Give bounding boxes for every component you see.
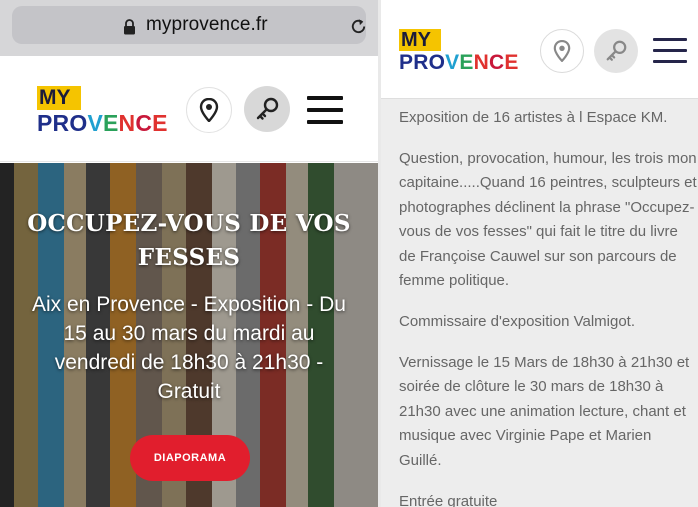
location-button[interactable]	[186, 87, 232, 133]
article-paragraph: Question, provocation, humour, les trois…	[399, 150, 697, 290]
logo-my: MY	[399, 29, 441, 51]
menu-bar	[653, 60, 687, 63]
menu-bar	[653, 38, 687, 41]
logo-letter: R	[52, 110, 70, 136]
myprovence-logo[interactable]: MY PROVENCE	[37, 86, 168, 136]
login-button[interactable]	[244, 86, 290, 132]
key-icon	[606, 40, 627, 61]
myprovence-logo[interactable]: MY PROVENCE	[399, 29, 519, 75]
site-header: MY PROVENCE	[381, 0, 698, 99]
key-icon	[256, 97, 279, 120]
logo-letter: O	[428, 51, 446, 74]
logo-letter: E	[504, 51, 519, 74]
site-header: MY PROVENCE	[0, 56, 378, 162]
logo-letter: N	[473, 51, 489, 74]
logo-letter: E	[152, 110, 168, 136]
mobile-article-view: MY PROVENCE Exposition de 16 artistes à …	[381, 0, 698, 507]
article-paragraph: Entrée gratuite	[399, 492, 498, 507]
logo-letter: R	[413, 51, 429, 74]
menu-icon[interactable]	[653, 38, 687, 63]
logo-letter: E	[459, 51, 474, 74]
logo-letter: O	[69, 110, 88, 136]
menu-bar	[307, 108, 343, 112]
menu-icon[interactable]	[307, 96, 343, 124]
location-button[interactable]	[540, 29, 584, 73]
logo-letter: C	[488, 51, 505, 74]
logo-letter: P	[399, 51, 414, 74]
logo-letter: C	[135, 110, 153, 136]
address-bar-url: myprovence.fr	[146, 14, 268, 35]
browser-chrome: myprovence.fr	[0, 0, 378, 56]
event-subtitle: Aix en Provence - Exposition - Du 15 au …	[32, 293, 346, 403]
article-paragraph: Commissaire d'exposition Valmigot.	[399, 313, 636, 331]
mobile-home-view: myprovence.fr MY PROVENCE OCCUPEZ-VOUS D…	[0, 0, 378, 507]
article-paragraph: Vernissage le 15 Mars de 18h30 à 21h30 e…	[399, 354, 690, 469]
login-button[interactable]	[594, 29, 638, 73]
location-pin-icon	[553, 40, 571, 62]
article-paragraph: Exposition de 16 artistes à l Espace KM.	[399, 109, 668, 126]
menu-bar	[307, 96, 343, 100]
diaporama-button[interactable]: DIAPORAMA	[130, 435, 250, 481]
reload-icon[interactable]	[349, 17, 368, 36]
logo-letter: P	[37, 110, 53, 136]
logo-letter: V	[87, 110, 103, 136]
logo-letter: N	[118, 110, 136, 136]
logo-letter: E	[103, 110, 119, 136]
menu-bar	[653, 49, 687, 52]
logo-provence: PROVENCE	[37, 111, 168, 135]
article-body: Exposition de 16 artistes à l Espace KM.…	[399, 106, 697, 507]
logo-letter: V	[445, 51, 460, 74]
hero-banner: OCCUPEZ-VOUS DE VOS FESSES Aix en Proven…	[0, 163, 378, 507]
lock-icon	[124, 19, 135, 35]
menu-bar	[307, 120, 343, 124]
logo-my: MY	[37, 86, 81, 110]
event-title: OCCUPEZ-VOUS DE VOS FESSES	[27, 210, 351, 271]
location-pin-icon	[199, 98, 219, 122]
logo-provence: PROVENCE	[399, 52, 519, 74]
address-bar[interactable]: myprovence.fr	[12, 6, 366, 44]
